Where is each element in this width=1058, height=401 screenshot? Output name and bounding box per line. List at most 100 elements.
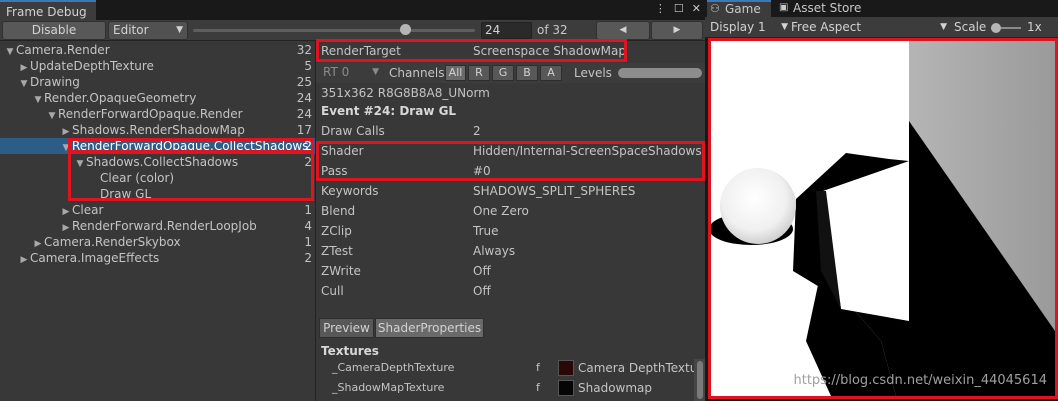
property-value: One Zero [473, 204, 529, 218]
channel-g-button[interactable]: G [492, 65, 514, 81]
property-label: Shader [321, 144, 364, 158]
tree-row-label: UpdateDepthTexture [30, 59, 154, 73]
target-dropdown[interactable]: Editor ▼ [108, 21, 188, 40]
tree-row[interactable]: ▶ RenderForward.RenderLoopJob 4 [0, 218, 315, 234]
tree-row[interactable]: ▶ Camera.ImageEffects 2 [0, 250, 315, 266]
tab-preview[interactable]: Preview [319, 318, 374, 338]
aspect-label: Free Aspect [791, 20, 862, 34]
more-menu-icon[interactable]: ⋮ [655, 2, 666, 15]
property-label: Pass [321, 164, 348, 178]
property-value: True [473, 224, 499, 238]
tree-row[interactable]: ▼ Camera.Render 32 [0, 42, 315, 58]
property-value: Off [473, 264, 491, 278]
tree-row-count: 4 [304, 219, 312, 233]
display-dropdown[interactable]: Display 1 ▼ [710, 19, 788, 36]
tree-row-label: RenderForwardOpaque.Render [58, 107, 243, 121]
watermark: https://blog.csdn.net/weixin_44045614 [793, 373, 1047, 388]
shadowmap-render [711, 41, 1055, 396]
tree-row-count: 1 [304, 203, 312, 217]
event-tree: ▼ Camera.Render 32 ▶ UpdateDepthTexture 5 ▼ Dra… [0, 41, 315, 401]
tree-row-label: Clear [72, 203, 104, 217]
sphere [720, 168, 796, 244]
property-label: ZTest [321, 244, 353, 258]
render-target-toolbar: RT 0 ▼ Channels All R G B A Levels [316, 63, 706, 83]
tab-shader-properties[interactable]: ShaderProperties [375, 318, 484, 338]
target-dropdown-label: Editor [113, 23, 149, 37]
property-label: Draw Calls [321, 124, 385, 138]
tree-row[interactable]: ▼ Render.OpaqueGeometry 24 [0, 90, 315, 106]
store-icon: ▣ [779, 2, 789, 13]
tree-row[interactable]: ▶ Shadows.RenderShadowMap 17 [0, 122, 315, 138]
tree-row[interactable]: Clear (color) [0, 170, 315, 186]
tab-asset-store-label: Asset Store [793, 1, 862, 15]
collapse-arrow-icon[interactable]: ▶ [18, 252, 30, 268]
game-view[interactable]: https://blog.csdn.net/weixin_44045614 [708, 38, 1058, 399]
tree-row-label: Camera.RenderSkybox [44, 235, 181, 249]
rt-dropdown[interactable]: RT 0 ▼ [319, 64, 383, 82]
tree-row-label: Render.OpaqueGeometry [44, 91, 197, 105]
prev-event-button[interactable]: ◀ [596, 21, 650, 40]
levels-label: Levels [574, 66, 612, 80]
tree-row-label: Draw GL [100, 187, 152, 201]
event-slider-handle[interactable] [399, 24, 411, 35]
levels-slider[interactable] [618, 68, 702, 78]
tab-frame-debug[interactable]: Frame Debug [0, 0, 96, 20]
tree-row-label: Clear (color) [100, 171, 175, 185]
texture-value: Camera DepthTextur [578, 361, 694, 375]
aspect-dropdown[interactable]: Free Aspect ▼ [791, 19, 947, 36]
tree-row-label: Camera.Render [16, 43, 110, 57]
gamepad-icon: ⚇ [710, 2, 720, 15]
tree-row-count: 24 [296, 91, 312, 105]
tab-asset-store[interactable]: ▣ Asset Store [775, 0, 885, 17]
display-label: Display 1 [710, 20, 766, 34]
tree-row[interactable]: ▼ RenderForwardOpaque.CollectShadows 2 [0, 138, 315, 154]
textures-heading: Textures [321, 344, 379, 358]
scale-label: Scale [954, 20, 987, 34]
tree-row[interactable]: ▶ UpdateDepthTexture 5 [0, 58, 315, 74]
event-slider[interactable] [193, 29, 475, 32]
tree-row-count: 25 [296, 75, 312, 89]
disable-button[interactable]: Disable [2, 21, 106, 40]
channel-r-button[interactable]: R [468, 65, 490, 81]
tree-row-label: Shadows.CollectShadows [86, 155, 239, 169]
render-target-label: RenderTarget [321, 44, 401, 58]
texture-value: Shadowmap [578, 381, 653, 395]
tree-row[interactable]: ▼ RenderForwardOpaque.Render 24 [0, 106, 315, 122]
tree-row-label: RenderForwardOpaque.CollectShadows [72, 139, 309, 153]
property-label: Keywords [321, 184, 379, 198]
channel-a-button[interactable]: A [540, 65, 562, 81]
chevron-down-icon: ▼ [781, 22, 788, 32]
scale-slider-handle[interactable] [991, 23, 1001, 33]
render-target-value: Screenspace ShadowMap [473, 44, 626, 58]
tree-row[interactable]: ▶ Camera.RenderSkybox 1 [0, 234, 315, 250]
game-window: ⚇ Game ▣ Asset Store Display 1 ▼ Free As… [705, 0, 1058, 401]
property-value: Hidden/Internal-ScreenSpaceShadows, S [473, 144, 717, 158]
texture-thumbnail[interactable] [558, 360, 574, 376]
event-index-field[interactable]: 24 [481, 22, 532, 39]
tree-row-count: 1 [304, 235, 312, 249]
event-details-panel: RenderTarget Screenspace ShadowMap RT 0 … [315, 39, 717, 401]
window-controls: ⋮ ☐ ✕ [655, 2, 701, 15]
texture-stage: f [536, 361, 540, 374]
property-label: ZWrite [321, 264, 361, 278]
scale-value: 1x [1027, 20, 1042, 34]
next-event-button[interactable]: ▶ [651, 21, 703, 40]
close-icon[interactable]: ✕ [692, 2, 701, 15]
scrollbar-thumb[interactable] [697, 361, 703, 399]
frame-debug-tabbar: Frame Debug ⋮ ☐ ✕ [0, 0, 705, 20]
channel-b-button[interactable]: B [516, 65, 538, 81]
tree-row[interactable]: ▶ Clear 1 [0, 202, 315, 218]
texture-thumbnail[interactable] [558, 380, 574, 396]
tree-row[interactable]: ▼ Shadows.CollectShadows 2 [0, 154, 315, 170]
tree-row-count: 2 [304, 155, 312, 169]
tree-row-count: 2 [304, 139, 312, 153]
scale-slider[interactable] [991, 23, 1021, 33]
tree-row[interactable]: ▼ Drawing 25 [0, 74, 315, 90]
tab-game-label: Game [725, 2, 761, 16]
tree-row[interactable]: Draw GL [0, 186, 315, 202]
maximize-icon[interactable]: ☐ [674, 2, 684, 15]
tab-game[interactable]: ⚇ Game [707, 0, 771, 17]
channel-all-button[interactable]: All [445, 65, 466, 81]
tree-row-label: RenderForward.RenderLoopJob [72, 219, 257, 233]
texture-format: 351x362 R8G8B8A8_UNorm [321, 86, 490, 100]
